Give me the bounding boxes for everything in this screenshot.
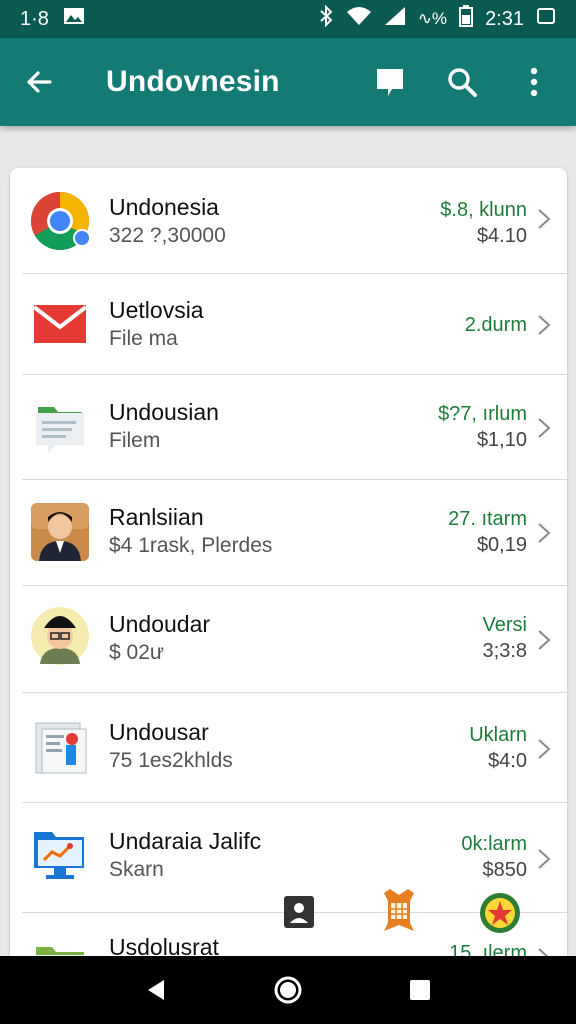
chevron-right-icon xyxy=(538,523,551,543)
screen-icon xyxy=(536,6,556,32)
person-cap-icon xyxy=(30,606,90,666)
item-value-secondary: 3;3:8 xyxy=(482,640,527,662)
recents-nav-icon xyxy=(410,980,430,1000)
more-vert-icon xyxy=(530,67,538,97)
item-value-secondary: $4.10 xyxy=(476,225,527,247)
calendar-badge-icon[interactable] xyxy=(380,887,418,938)
chevron-right-icon xyxy=(538,849,551,869)
battery-percent: ∿% xyxy=(417,9,448,28)
item-subtitle: 75 1es2khlds xyxy=(109,749,233,772)
chevron-right-icon xyxy=(538,739,551,759)
item-title: Undousar xyxy=(109,719,209,745)
chevron-right-icon xyxy=(538,209,551,229)
search-button[interactable] xyxy=(426,38,498,126)
item-subtitle: $ 02ư xyxy=(109,641,164,664)
item-title: Undonesia xyxy=(109,194,219,220)
chevron-right-icon xyxy=(538,630,551,650)
signal-icon xyxy=(384,6,406,32)
home-nav-icon xyxy=(274,976,302,1004)
item-title: Uetlovsia xyxy=(109,297,204,323)
bluetooth-icon xyxy=(318,4,334,33)
status-left-text: 1·8 xyxy=(20,7,49,30)
chat-button[interactable] xyxy=(354,38,426,126)
monitor-icon xyxy=(30,825,90,885)
item-value-secondary: $1,10 xyxy=(476,429,527,451)
item-value-primary: 2.durm xyxy=(464,314,527,336)
wifi-icon xyxy=(346,6,372,32)
list-item[interactable]: Undousian Filem $?7, ırlum $1,10 xyxy=(10,375,567,480)
page-title: Undovnesin xyxy=(106,65,280,98)
item-subtitle: Skarn xyxy=(109,858,164,881)
item-title: Ranlsiian xyxy=(109,504,204,530)
files-icon xyxy=(30,397,90,457)
item-value-primary: 27. ıtarm xyxy=(448,508,527,530)
list-item[interactable]: Undonesia 322 ?,30000 $.8, klunn $4.10 xyxy=(10,168,567,274)
arrow-back-icon xyxy=(27,71,52,93)
item-subtitle: Filem xyxy=(109,429,161,452)
more-options-button[interactable] xyxy=(498,38,570,126)
nav-home-button[interactable] xyxy=(258,960,318,1020)
item-value-primary: $.8, klunn xyxy=(440,199,527,221)
item-title: Undoudar xyxy=(109,611,211,637)
chevron-right-icon xyxy=(538,418,551,438)
nav-back-button[interactable] xyxy=(126,960,186,1020)
gmail-icon xyxy=(30,294,90,354)
person-photo-icon xyxy=(30,502,90,562)
back-button[interactable] xyxy=(0,38,78,126)
list-item[interactable]: Ranlsiian $4 1rask, Plerdes 27. ıtarm $0… xyxy=(10,480,567,586)
document-icon xyxy=(30,717,90,777)
back-nav-icon xyxy=(148,980,164,1000)
system-nav-bar xyxy=(0,956,576,1024)
item-title: Undousian xyxy=(109,399,219,425)
item-value-secondary: $0,19 xyxy=(476,534,527,556)
item-subtitle: $4 1rask, Plerdes xyxy=(109,534,273,557)
item-value-primary: Versi xyxy=(482,614,527,636)
item-value-primary: 0k:larm xyxy=(461,833,527,855)
item-value-primary: Uklarn xyxy=(469,724,527,746)
emblem-icon[interactable] xyxy=(478,891,522,940)
app-bar: Undovnesin xyxy=(0,38,576,126)
item-subtitle: File ma xyxy=(109,327,178,350)
status-time: 2:31 xyxy=(485,7,524,30)
image-icon xyxy=(63,6,85,32)
list-item[interactable]: Uetlovsia File ma 2.durm xyxy=(10,274,567,375)
status-bar: 1·8 ∿% 2:31 xyxy=(0,0,576,38)
item-value-primary: $?7, ırlum xyxy=(438,403,527,425)
nav-recents-button[interactable] xyxy=(390,960,450,1020)
item-subtitle: 322 ?,30000 xyxy=(109,224,226,247)
search-icon xyxy=(448,68,477,97)
chevron-right-icon xyxy=(538,315,551,335)
chrome-icon xyxy=(30,191,90,251)
item-value-secondary: $850 xyxy=(482,859,528,881)
battery-icon xyxy=(459,5,474,33)
floating-icons xyxy=(0,885,576,945)
item-value-secondary: $4:0 xyxy=(488,750,527,772)
app-list-card: Undonesia 322 ?,30000 $.8, klunn $4.10 U… xyxy=(10,168,567,968)
chat-icon xyxy=(377,69,403,96)
list-item[interactable]: Undoudar $ 02ư Versi 3;3:8 xyxy=(10,586,567,693)
list-item[interactable]: Undousar 75 1es2khlds Uklarn $4:0 xyxy=(10,693,567,803)
item-title: Undaraia Jalifc xyxy=(109,828,262,854)
contact-card-icon[interactable] xyxy=(283,895,315,934)
